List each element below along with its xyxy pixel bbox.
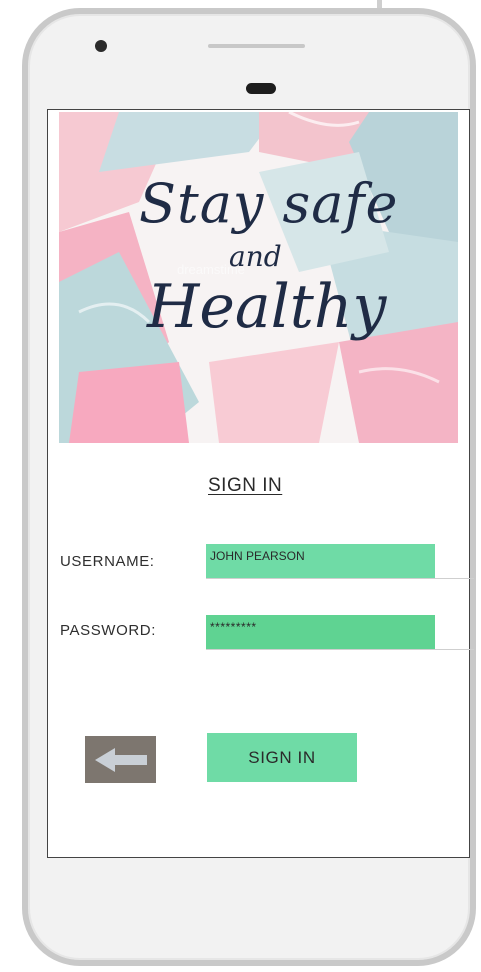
left-arrow-icon — [95, 748, 147, 772]
app-screen: Stay safe and Healthy dreamstime SIGN IN… — [47, 109, 474, 858]
password-label: PASSWORD: — [60, 622, 156, 639]
hero-lettering: Stay safe and Healthy dreamstime — [59, 112, 458, 443]
username-label: USERNAME: — [60, 553, 155, 570]
password-input[interactable]: ********* — [206, 615, 435, 649]
sign-in-button[interactable]: SIGN IN — [207, 733, 357, 782]
password-field[interactable]: ********* — [206, 615, 474, 650]
front-camera — [95, 40, 107, 52]
earpiece-speaker — [246, 83, 276, 94]
watermark: dreamstime — [177, 262, 245, 277]
hero-line-stay-safe: Stay safe — [139, 172, 399, 235]
sign-in-heading: SIGN IN — [208, 475, 283, 496]
hero-image: Stay safe and Healthy dreamstime — [59, 112, 458, 443]
earpiece-line — [208, 44, 305, 48]
username-field[interactable]: JOHN PEARSON — [206, 544, 474, 579]
hero-line-healthy: Healthy — [147, 272, 387, 342]
username-input[interactable]: JOHN PEARSON — [206, 544, 435, 578]
back-button[interactable] — [85, 736, 156, 783]
